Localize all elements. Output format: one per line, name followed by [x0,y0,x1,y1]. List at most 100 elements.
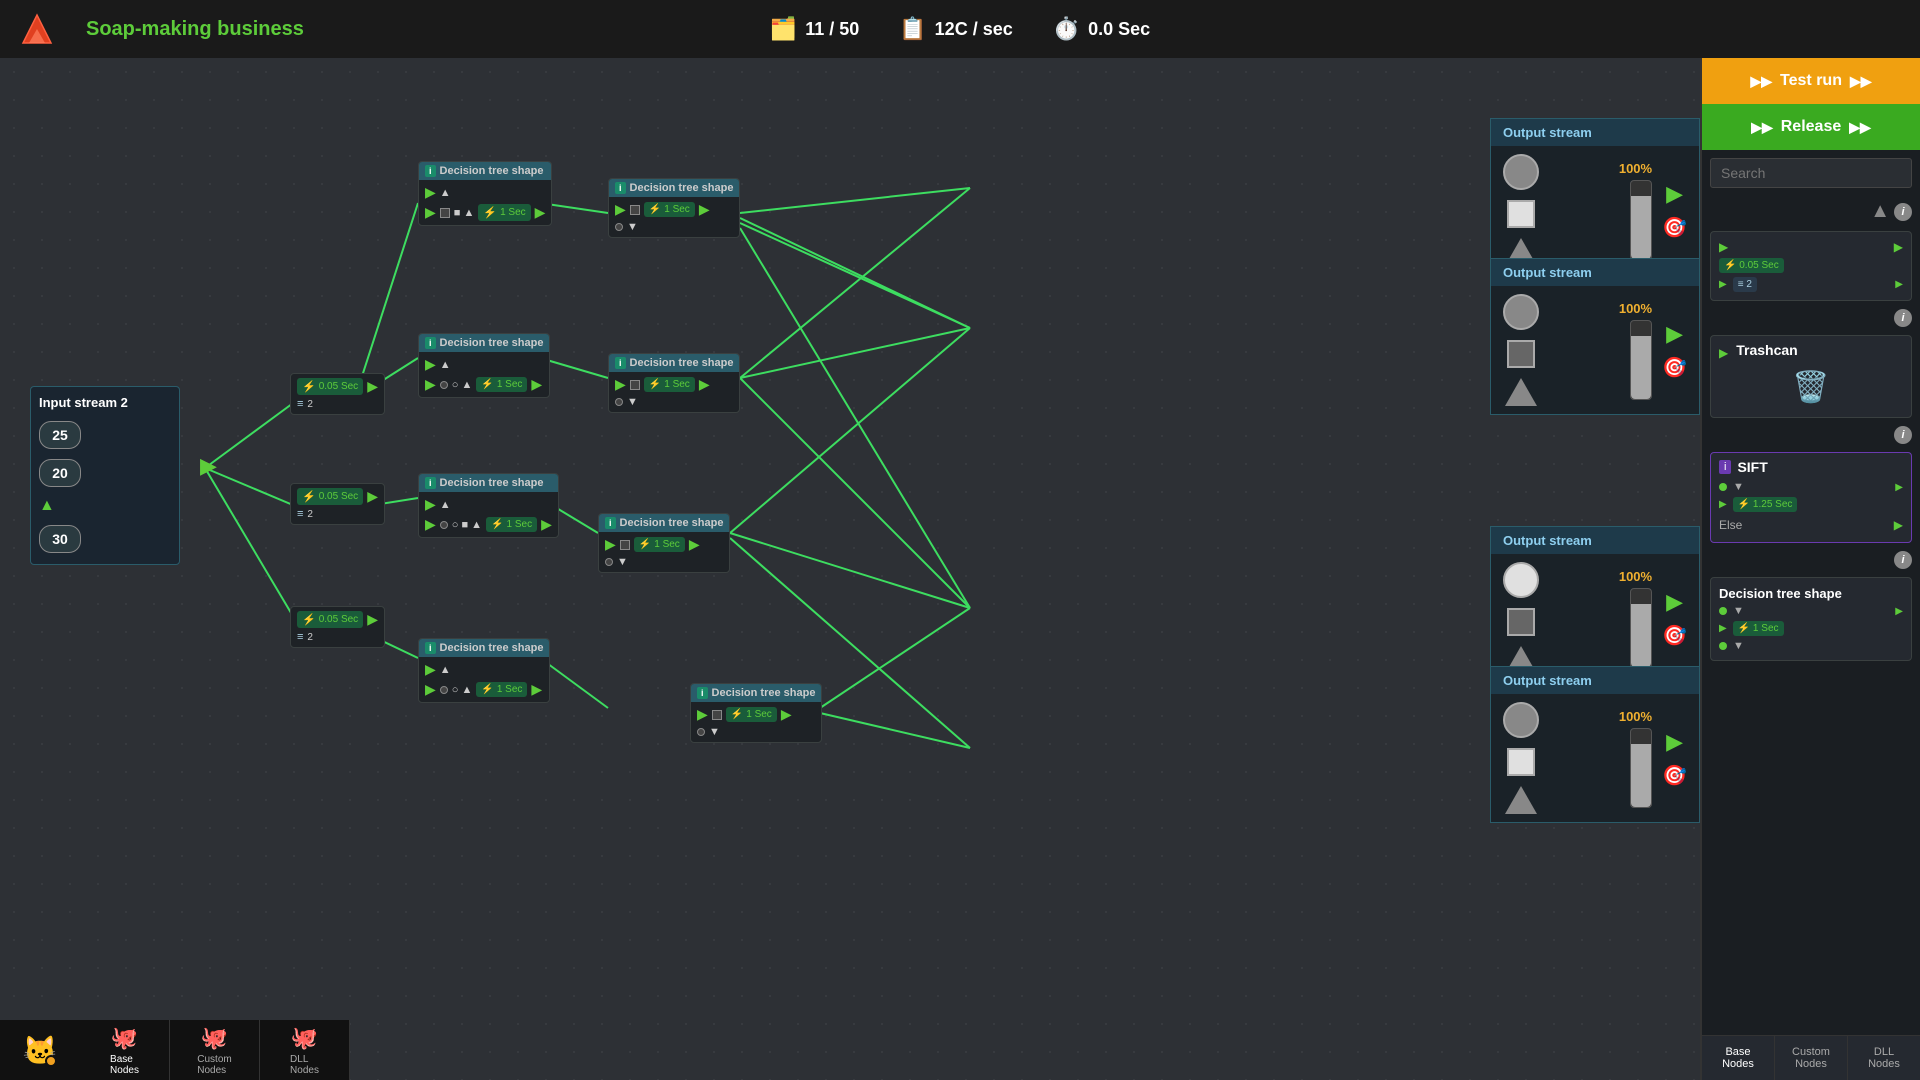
node-in-1[interactable]: ▶ [425,204,436,221]
output-slider-1: 100% [1549,161,1652,260]
output-play-2[interactable]: ▶ [1666,321,1683,347]
node-in-6[interactable]: ▶ [605,536,616,553]
trashcan-card[interactable]: ▶ Trashcan 🗑️ [1710,335,1912,418]
card-play-1[interactable]: ▶ [1719,240,1728,254]
info-icon-4[interactable]: i [1894,551,1912,569]
output-square-2 [1507,340,1535,368]
decision-node-5[interactable]: i Decision tree shape ▶ ▲ ▶ ○ ■ ▲ ⚡1 Sec… [418,473,559,538]
decision-node-2[interactable]: i Decision tree shape ▶ ⚡1 Sec ▶ ▼ [608,178,740,238]
tab-custom-nodes[interactable]: 🐙 CustomNodes [170,1020,260,1080]
proc-node-2[interactable]: ⚡0.05 Sec ▶ ≡ 2 [290,483,385,525]
output-circle-1 [1503,154,1539,190]
decision2-play[interactable]: ▶ [1719,623,1727,634]
out-r-3[interactable]: ▶ [531,376,542,393]
output-track-4[interactable] [1630,728,1652,808]
output-play-4[interactable]: ▶ [1666,729,1683,755]
node-out-r-1[interactable]: ▶ [535,204,546,221]
chevron-up-icon: ▲ [1870,200,1890,223]
out-r-7[interactable]: ▶ [531,681,542,698]
trashcan-play[interactable]: ▶ [1719,346,1728,360]
proc-count-2: 2 [307,509,313,520]
currency-stat: 📋 12C / sec [899,16,1012,42]
card-out-1[interactable]: ▶ [1895,279,1903,290]
decision-node-3[interactable]: i Decision tree shape ▶ ▲ ▶ ○ ▲ ⚡1 Sec ▶ [418,333,550,398]
timer-5: ⚡1 Sec [486,517,537,532]
card-in-1[interactable]: ▶ [1719,279,1727,290]
sift-else-arrow[interactable]: ▶ [1894,518,1903,532]
proc-timer-2: ⚡0.05 Sec [297,488,363,505]
bot-icon-2: 🐙 [201,1025,228,1051]
decision2-out[interactable]: ▶ [1895,606,1903,617]
sidebar-card-decision-1[interactable]: ▶ ▶ ⚡ 0.05 Sec ▶ ≡ 2 ▶ [1710,231,1912,301]
proc-node-3[interactable]: ⚡0.05 Sec ▶ ≡ 2 [290,606,385,648]
output-fill-1 [1631,196,1651,258]
sidebar-tab-dll[interactable]: DLLNodes [1848,1036,1920,1080]
proc-arrow-3[interactable]: ▶ [367,611,378,628]
timer-icon: ⏱️ [1053,16,1080,42]
input-stream-node[interactable]: Input stream 2 25 20 ▲ 30 [30,386,180,565]
node-in-2[interactable]: ▶ [615,201,626,218]
decision-node-6[interactable]: i Decision tree shape ▶ ⚡1 Sec ▶ ▼ [598,513,730,573]
info-icon-2[interactable]: i [1894,309,1912,327]
proc-arrow-1[interactable]: ▶ [367,378,378,395]
output-refresh-4[interactable]: 🎯 [1662,763,1687,788]
proc-node-1[interactable]: ⚡0.05 Sec ▶ ≡ 2 [290,373,385,415]
out-r-4[interactable]: ▶ [699,376,710,393]
out-r-6[interactable]: ▶ [689,536,700,553]
output-refresh-1[interactable]: 🎯 [1662,215,1687,240]
output-track-1[interactable] [1630,180,1652,260]
output-track-3[interactable] [1630,588,1652,668]
node-out-3[interactable]: ▶ [425,356,436,373]
sift-dot [1719,483,1727,491]
card-arrow-right-1[interactable]: ▶ [1894,240,1903,254]
node-badge-4: i [615,357,626,369]
release-button[interactable]: ▶▶ Release ▶▶ [1702,104,1920,150]
node-in-8[interactable]: ▶ [697,706,708,723]
connections-svg [0,58,1700,1080]
node-timer-1: ⚡1 Sec [478,204,530,221]
output-track-2[interactable] [1630,320,1652,400]
output-play-1[interactable]: ▶ [1666,181,1683,207]
output-refresh-3[interactable]: 🎯 [1662,623,1687,648]
out-r-2[interactable]: ▶ [699,201,710,218]
sidebar-tab-custom[interactable]: CustomNodes [1775,1036,1848,1080]
node-in-5[interactable]: ▶ [425,516,436,533]
node-out-5[interactable]: ▶ [425,496,436,513]
port-dot-8 [697,728,705,736]
node-in-7[interactable]: ▶ [425,681,436,698]
timer-2: ⚡1 Sec [644,202,695,217]
decision-node-7[interactable]: i Decision tree shape ▶ ▲ ▶ ○ ▲ ⚡1 Sec ▶ [418,638,550,703]
search-input[interactable] [1710,158,1912,188]
port-dot-6 [605,558,613,566]
info-icon-3[interactable]: i [1894,426,1912,444]
node-out-1[interactable]: ▶ [425,184,436,201]
input-value-2: 20 [39,459,81,487]
decision-node-1[interactable]: i Decision tree shape ▶ ▲ ▶ ■ ▲ ⚡1 Sec ▶ [418,161,552,226]
node-in-3[interactable]: ▶ [425,376,436,393]
tab-base-nodes[interactable]: 🐙 BaseNodes [80,1020,170,1080]
sidebar-card-decision-2[interactable]: Decision tree shape ▼ ▶ ▶ ⚡ 1 Sec ▼ [1710,577,1912,661]
decision-node-4[interactable]: i Decision tree shape ▶ ⚡1 Sec ▶ ▼ [608,353,740,413]
output-play-3[interactable]: ▶ [1666,589,1683,615]
testrun-button[interactable]: ▶▶ Test run ▶▶ [1702,58,1920,104]
tab-dll-nodes[interactable]: 🐙 DLLNodes [260,1020,350,1080]
app-title: Soap-making business [86,18,304,41]
node-badge-7: i [425,642,436,654]
testrun-arrows-left: ▶▶ [1750,73,1772,90]
node-title-5: Decision tree shape [440,477,544,489]
out-r-8[interactable]: ▶ [781,706,792,723]
sift-out[interactable]: ▶ [1895,482,1903,493]
sift-play[interactable]: ▶ [1719,499,1727,510]
node-out-7[interactable]: ▶ [425,661,436,678]
decision-node-8[interactable]: i Decision tree shape ▶ ⚡1 Sec ▶ ▼ [690,683,822,743]
out-r-5[interactable]: ▶ [541,516,552,533]
output-refresh-2[interactable]: 🎯 [1662,355,1687,380]
info-icon-1[interactable]: i [1894,203,1912,221]
node-in-4[interactable]: ▶ [615,376,626,393]
sidebar-tab-base[interactable]: BaseNodes [1702,1036,1775,1080]
canvas-area[interactable]: Input stream 2 25 20 ▲ 30 ▶ ⚡0.05 Sec ▶ [0,58,1700,1080]
proc-arrow-2[interactable]: ▶ [367,488,378,505]
input-stream-play-btn[interactable]: ▶ [200,453,217,479]
sift-card[interactable]: i SIFT ▼ ▶ ▶ ⚡ 1.25 Sec Else ▶ [1710,452,1912,543]
port-sq-1 [440,208,450,218]
